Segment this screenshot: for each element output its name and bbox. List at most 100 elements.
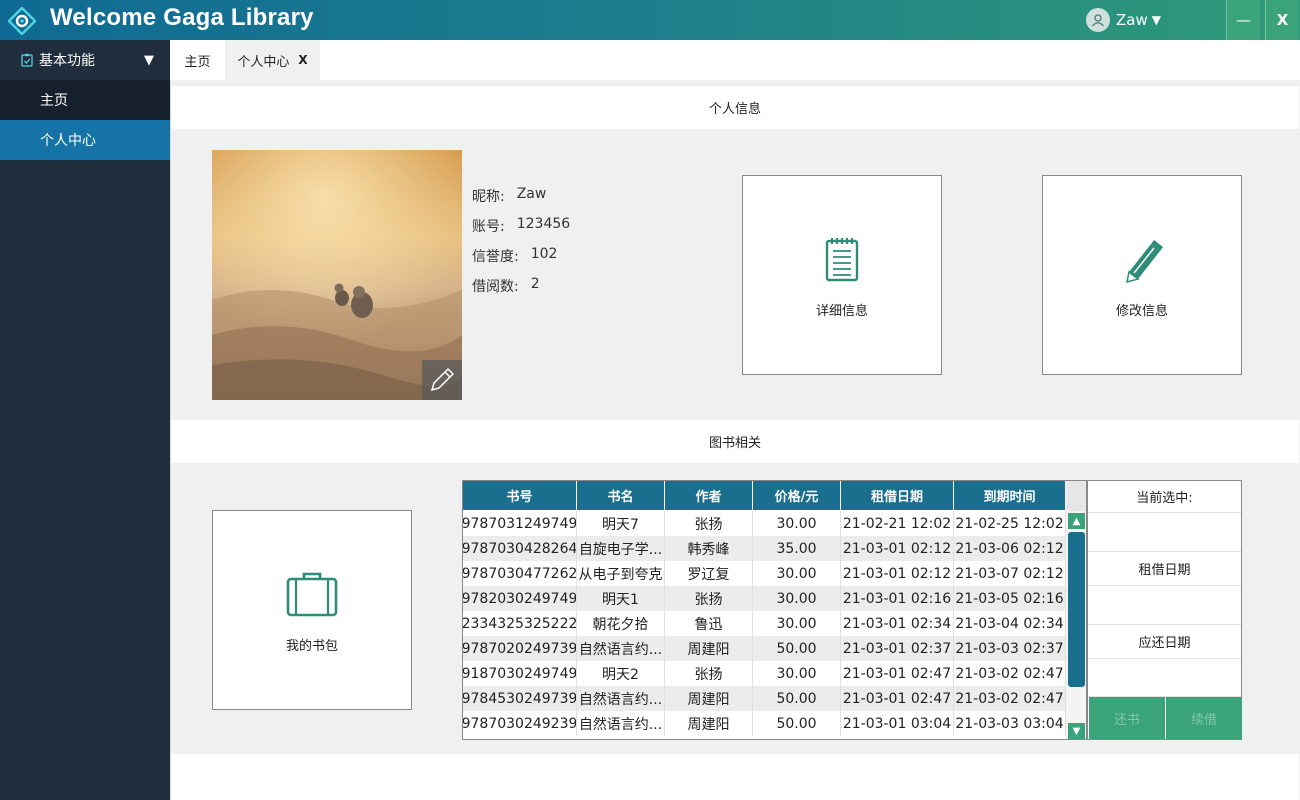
table-body: 9787031249749 明天7 张扬 30.00 21-02-21 12:02 21-… bbox=[463, 511, 1066, 736]
my-bookbag-card[interactable]: 我的书包 bbox=[212, 510, 412, 710]
cell-title: 自然语言约... bbox=[577, 636, 665, 661]
cell-rent-date: 21-03-01 02:37 bbox=[841, 636, 954, 661]
cell-author: 张扬 bbox=[665, 586, 753, 611]
avatar-edit-button[interactable] bbox=[422, 360, 462, 400]
cell-price: 30.00 bbox=[753, 611, 841, 636]
cell-author: 周建阳 bbox=[665, 636, 753, 661]
return-book-button[interactable]: 还书 bbox=[1089, 697, 1165, 739]
account-label: 账号: bbox=[472, 219, 505, 235]
cell-price: 50.00 bbox=[753, 636, 841, 661]
user-name: Zaw bbox=[1116, 11, 1148, 29]
content-footer-strip bbox=[171, 754, 1299, 800]
tab-personal-center-label: 个人中心 bbox=[237, 54, 290, 70]
cell-price: 35.00 bbox=[753, 536, 841, 561]
cell-rent-date: 21-03-01 02:16 bbox=[841, 586, 954, 611]
table-row[interactable]: 9787031249749 明天7 张扬 30.00 21-02-21 12:02 21-… bbox=[463, 511, 1066, 536]
tab-personal-center[interactable]: 个人中心 X bbox=[225, 40, 320, 80]
col-header-price[interactable]: 价格/元 bbox=[753, 481, 841, 511]
borrow-count-value: 2 bbox=[530, 276, 540, 292]
col-header-title[interactable]: 书名 bbox=[577, 481, 665, 511]
sidebar-item-personal-center[interactable]: 个人中心 bbox=[0, 120, 170, 160]
cell-author: 周建阳 bbox=[665, 711, 753, 736]
my-bookbag-label: 我的书包 bbox=[285, 639, 338, 654]
profile-row-credit: 信誉度: 102 bbox=[472, 246, 570, 276]
cell-due-date: 21-03-07 02:12 bbox=[954, 561, 1066, 586]
tab-home-label: 主页 bbox=[184, 54, 211, 70]
cell-title: 自旋电子学... bbox=[577, 536, 665, 561]
cell-price: 50.00 bbox=[753, 711, 841, 736]
sidebar-group-label: 基本功能 bbox=[39, 53, 95, 69]
tab-home[interactable]: 主页 bbox=[170, 40, 225, 80]
cell-isbn: 9787031249749 bbox=[463, 511, 577, 536]
scrollbar-thumb[interactable] bbox=[1068, 532, 1085, 687]
user-menu[interactable]: Zaw ▼ bbox=[1086, 7, 1161, 33]
tab-close-icon[interactable]: X bbox=[298, 53, 307, 67]
cell-isbn: 9187030249749 bbox=[463, 661, 577, 686]
sidebar: 基本功能 ▼ 主页 个人中心 bbox=[0, 40, 170, 800]
rent-date-label: 租借日期 bbox=[1088, 552, 1241, 586]
selection-title: 当前选中: bbox=[1088, 481, 1241, 513]
borrowed-books-table: 书号 书名 作者 价格/元 租借日期 到期时间 9787031249749 明天7… bbox=[462, 480, 1087, 740]
tab-bar: 主页 个人中心 X bbox=[170, 40, 1300, 80]
table-row[interactable]: 9187030249749 明天2 张扬 30.00 21-03-01 02:47 21-… bbox=[463, 661, 1066, 686]
cell-rent-date: 21-03-01 02:47 bbox=[841, 686, 954, 711]
cell-rent-date: 21-03-01 03:04 bbox=[841, 711, 954, 736]
table-row[interactable]: 9787030428264 自旋电子学... 韩秀峰 35.00 21-03-01 02… bbox=[463, 536, 1066, 561]
account-value: 123456 bbox=[516, 216, 571, 232]
app-title: Welcome Gaga Library bbox=[50, 4, 314, 31]
cell-rent-date: 21-03-01 02:12 bbox=[841, 536, 954, 561]
notepad-icon bbox=[743, 236, 941, 282]
cell-rent-date: 21-03-01 02:34 bbox=[841, 611, 954, 636]
cell-isbn: 9787020249739 bbox=[463, 636, 577, 661]
cell-title: 明天1 bbox=[577, 586, 665, 611]
table-row[interactable]: 9787020249739 自然语言约... 周建阳 50.00 21-03-01 02… bbox=[463, 636, 1066, 661]
detail-info-card[interactable]: 详细信息 bbox=[742, 175, 942, 375]
cell-author: 周建阳 bbox=[665, 686, 753, 711]
cell-price: 30.00 bbox=[753, 586, 841, 611]
cell-title: 自然语言约... bbox=[577, 686, 665, 711]
scroll-down-icon[interactable]: ▼ bbox=[1068, 723, 1085, 739]
table-row[interactable]: 9787030249239 自然语言约... 周建阳 50.00 21-03-01 03… bbox=[463, 711, 1066, 736]
table-row[interactable]: 9787030477262 从电子到夸克 罗辽复 30.00 21-03-01 02:1… bbox=[463, 561, 1066, 586]
renew-book-button[interactable]: 续借 bbox=[1166, 697, 1242, 739]
sidebar-item-home[interactable]: 主页 bbox=[0, 80, 170, 120]
cell-title: 朝花夕拾 bbox=[577, 611, 665, 636]
cell-rent-date: 21-03-01 02:47 bbox=[841, 661, 954, 686]
clipboard-check-icon bbox=[21, 53, 33, 67]
col-header-rent-date[interactable]: 租借日期 bbox=[841, 481, 954, 511]
sidebar-group-basic[interactable]: 基本功能 ▼ bbox=[0, 40, 170, 80]
col-header-author[interactable]: 作者 bbox=[665, 481, 753, 511]
nickname-label: 昵称: bbox=[472, 189, 505, 205]
main-content: 个人信息 昵称: Zaw 账号: 123456 信誉度: 102 借阅数: 2 … bbox=[170, 80, 1300, 800]
cell-isbn: 9787030249239 bbox=[463, 711, 577, 736]
cell-due-date: 21-03-05 02:16 bbox=[954, 586, 1066, 611]
col-header-isbn[interactable]: 书号 bbox=[463, 481, 577, 511]
scroll-up-icon[interactable]: ▲ bbox=[1068, 513, 1085, 529]
cell-isbn: 2334325325222 bbox=[463, 611, 577, 636]
table-row[interactable]: 9782030249749 明天1 张扬 30.00 21-03-01 02:16 21-… bbox=[463, 586, 1066, 611]
table-scrollbar[interactable]: ▲ ▼ bbox=[1066, 511, 1086, 739]
minimize-button[interactable]: — bbox=[1226, 0, 1260, 40]
cell-isbn: 9782030249749 bbox=[463, 586, 577, 611]
credit-label: 信誉度: bbox=[472, 249, 519, 265]
cell-due-date: 21-03-04 02:34 bbox=[954, 611, 1066, 636]
edit-info-label: 修改信息 bbox=[1115, 304, 1168, 319]
title-bar: Welcome Gaga Library Zaw ▼ — X bbox=[0, 0, 1300, 40]
cell-title: 自然语言约... bbox=[577, 711, 665, 736]
cell-title: 明天7 bbox=[577, 511, 665, 536]
due-date-label: 应还日期 bbox=[1088, 625, 1241, 659]
profile-row-borrow-count: 借阅数: 2 bbox=[472, 276, 570, 306]
close-window-button[interactable]: X bbox=[1265, 0, 1299, 40]
cell-due-date: 21-03-02 02:47 bbox=[954, 661, 1066, 686]
cell-rent-date: 21-03-01 02:12 bbox=[841, 561, 954, 586]
table-row[interactable]: 2334325325222 朝花夕拾 鲁迅 30.00 21-03-01 02:34 21… bbox=[463, 611, 1066, 636]
section-heading-personal-info: 个人信息 bbox=[171, 86, 1299, 129]
edit-info-card[interactable]: 修改信息 bbox=[1042, 175, 1242, 375]
col-header-due-date[interactable]: 到期时间 bbox=[954, 481, 1066, 511]
profile-row-account: 账号: 123456 bbox=[472, 216, 570, 246]
briefcase-icon bbox=[213, 571, 411, 617]
cell-title: 明天2 bbox=[577, 661, 665, 686]
table-row[interactable]: 9784530249739 自然语言约... 周建阳 50.00 21-03-01 02… bbox=[463, 686, 1066, 711]
app-logo-icon bbox=[8, 7, 36, 35]
cell-due-date: 21-03-03 02:37 bbox=[954, 636, 1066, 661]
